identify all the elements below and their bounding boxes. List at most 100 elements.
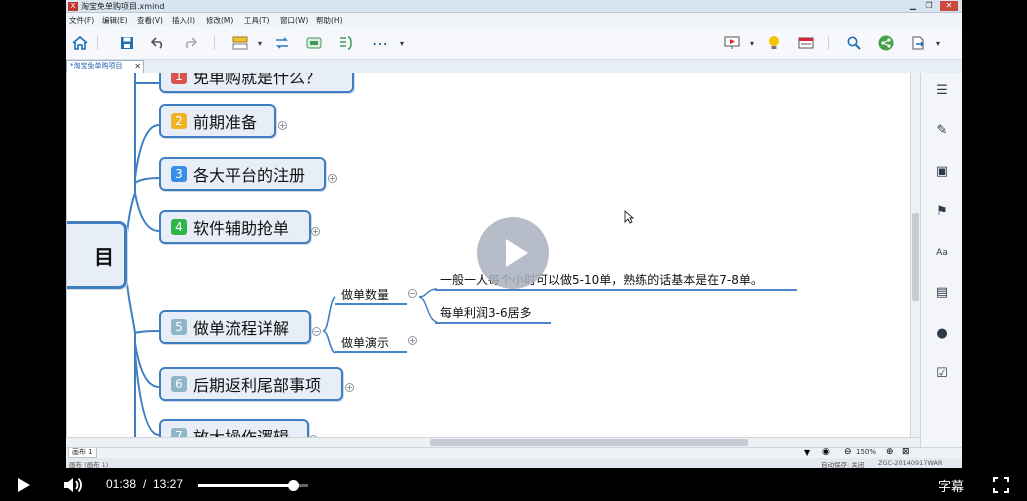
topic-label: 免单购就是什么？ bbox=[193, 73, 322, 87]
menu-view[interactable]: 查看(V) bbox=[137, 15, 163, 26]
subtopic-order-demo[interactable]: 做单演示 bbox=[341, 334, 389, 351]
structure-icon[interactable] bbox=[230, 33, 250, 53]
detail-underline bbox=[435, 322, 551, 324]
share-icon[interactable] bbox=[876, 33, 896, 53]
close-icon[interactable]: ✕ bbox=[940, 1, 958, 11]
menu-bar: 文件(F) 编辑(E) 查看(V) 插入(I) 修改(M) 工具(T) 窗口(W… bbox=[66, 13, 962, 27]
expand-icon[interactable]: + bbox=[408, 336, 417, 345]
toolbar: ▾ ⋯ ▾ ▾ ▾ bbox=[66, 27, 962, 60]
priority-3-icon: 3 bbox=[171, 166, 187, 182]
topic-1[interactable]: 1 免单购就是什么？ bbox=[159, 73, 354, 93]
toolbar-separator bbox=[97, 36, 98, 50]
task-icon[interactable]: ☑ bbox=[934, 366, 950, 382]
menu-help[interactable]: 帮助(H) bbox=[316, 15, 343, 26]
idea-icon[interactable] bbox=[764, 33, 784, 53]
volume-icon[interactable] bbox=[63, 476, 85, 494]
redo-icon[interactable] bbox=[180, 33, 200, 53]
player-controls: 01:38 / 13:27 字幕 bbox=[0, 468, 1027, 501]
time-separator: / bbox=[143, 477, 147, 491]
presentation-icon[interactable] bbox=[722, 33, 742, 53]
more-icon[interactable]: ⋯ bbox=[370, 33, 390, 53]
expand-icon[interactable]: + bbox=[345, 383, 354, 392]
menu-edit[interactable]: 编辑(E) bbox=[102, 15, 128, 26]
root-topic[interactable]: 目 bbox=[67, 221, 127, 289]
menu-file[interactable]: 文件(F) bbox=[69, 15, 94, 26]
editor-tabs: *淘宝免单购项目 ✕ bbox=[66, 60, 962, 73]
tab-document[interactable]: *淘宝免单购项目 ✕ bbox=[66, 60, 144, 73]
topic-label: 前期准备 bbox=[193, 113, 258, 132]
zoom-level: 150% bbox=[856, 448, 877, 456]
priority-7-icon: 7 bbox=[171, 428, 187, 437]
menu-modify[interactable]: 修改(M) bbox=[206, 15, 233, 26]
play-icon[interactable] bbox=[18, 478, 30, 492]
chevron-down-icon[interactable]: ▾ bbox=[928, 33, 948, 53]
root-topic-label: 目 bbox=[94, 244, 114, 269]
progress-bar[interactable] bbox=[198, 480, 308, 491]
topic-label: 各大平台的注册 bbox=[193, 166, 306, 185]
window-title: 淘宝免单购项目.xmind bbox=[81, 2, 165, 11]
topic-label: 放大操作逻辑 bbox=[193, 424, 289, 437]
vertical-scrollbar[interactable] bbox=[910, 73, 920, 437]
minimize-icon[interactable]: ▁ bbox=[906, 1, 920, 11]
current-time: 01:38 bbox=[106, 477, 137, 491]
topic-2[interactable]: 2 前期准备 bbox=[159, 104, 276, 138]
priority-1-icon: 1 bbox=[171, 73, 187, 84]
format-icon[interactable]: ✎ bbox=[934, 123, 950, 139]
fit-icon[interactable]: ⊠ bbox=[902, 447, 910, 457]
play-icon bbox=[506, 239, 528, 267]
export-icon[interactable] bbox=[908, 33, 928, 53]
scrollbar-thumb[interactable] bbox=[430, 439, 748, 446]
summary-icon[interactable] bbox=[336, 33, 356, 53]
subtopic-order-count[interactable]: 做单数量 bbox=[341, 286, 389, 303]
zoom-in-icon[interactable]: ⊕ bbox=[886, 447, 894, 457]
marker-icon[interactable]: ⚑ bbox=[934, 204, 950, 220]
image-icon[interactable]: ▣ bbox=[934, 164, 950, 180]
progress-handle[interactable] bbox=[287, 480, 299, 491]
search-icon[interactable] bbox=[844, 33, 864, 53]
menu-window[interactable]: 窗口(W) bbox=[280, 15, 308, 26]
chevron-down-icon[interactable]: ▾ bbox=[250, 33, 270, 53]
topic-4[interactable]: 4 软件辅助抢单 bbox=[159, 210, 311, 244]
status-left: 画布 (画布 1) bbox=[69, 461, 109, 468]
subtopic-underline bbox=[335, 303, 407, 305]
attachment-icon[interactable]: ▤ bbox=[934, 285, 950, 301]
notes-icon[interactable]: Aa bbox=[934, 245, 950, 261]
chevron-down-icon[interactable]: ▾ bbox=[392, 33, 412, 53]
topic-7[interactable]: 7 放大操作逻辑 bbox=[159, 419, 309, 437]
save-icon[interactable] bbox=[117, 33, 137, 53]
subtitle-button[interactable]: 字幕 bbox=[938, 476, 964, 495]
collapse-icon[interactable]: − bbox=[408, 289, 417, 298]
expand-icon[interactable]: + bbox=[278, 121, 287, 130]
comment-icon[interactable]: ● bbox=[934, 326, 950, 342]
close-icon[interactable]: ✕ bbox=[134, 61, 141, 72]
maximize-icon[interactable]: ❐ bbox=[922, 1, 936, 11]
chevron-down-icon[interactable]: ▾ bbox=[742, 33, 762, 53]
sheet-tab[interactable]: 画布 1 bbox=[68, 448, 97, 458]
relationship-icon[interactable] bbox=[272, 33, 292, 53]
expand-icon[interactable]: + bbox=[311, 227, 320, 236]
menu-insert[interactable]: 插入(I) bbox=[172, 15, 195, 26]
detail-profit[interactable]: 每单利润3-6居多 bbox=[440, 304, 532, 321]
eye-icon[interactable]: ◉ bbox=[822, 447, 830, 457]
play-overlay-button[interactable] bbox=[477, 217, 549, 289]
collapse-icon[interactable]: − bbox=[312, 327, 321, 336]
video-player: X 淘宝免单购项目.xmind ▁ ❐ ✕ 文件(F) 编辑(E) 查看(V) … bbox=[0, 0, 1027, 501]
autosave-status: 自动保存: 关闭 bbox=[821, 461, 865, 468]
horizontal-scrollbar[interactable] bbox=[66, 437, 920, 447]
undo-icon[interactable] bbox=[148, 33, 168, 53]
menu-tools[interactable]: 工具(T) bbox=[244, 15, 269, 26]
home-icon[interactable] bbox=[70, 33, 90, 53]
expand-icon[interactable]: + bbox=[328, 174, 337, 183]
xmind-logo: X bbox=[68, 2, 78, 11]
priority-6-icon: 6 bbox=[171, 376, 187, 392]
layout-icon[interactable] bbox=[796, 33, 816, 53]
outline-icon[interactable]: ☰ bbox=[934, 83, 950, 99]
scrollbar-thumb[interactable] bbox=[912, 213, 919, 301]
filter-icon[interactable]: ▼ bbox=[804, 448, 810, 457]
zoom-out-icon[interactable]: ⊖ bbox=[844, 447, 852, 457]
topic-3[interactable]: 3 各大平台的注册 bbox=[159, 157, 326, 191]
fullscreen-icon[interactable] bbox=[993, 477, 1009, 493]
boundary-icon[interactable] bbox=[304, 33, 324, 53]
topic-6[interactable]: 6 后期返利尾部事项 bbox=[159, 367, 343, 401]
topic-5[interactable]: 5 做单流程详解 bbox=[159, 310, 311, 344]
